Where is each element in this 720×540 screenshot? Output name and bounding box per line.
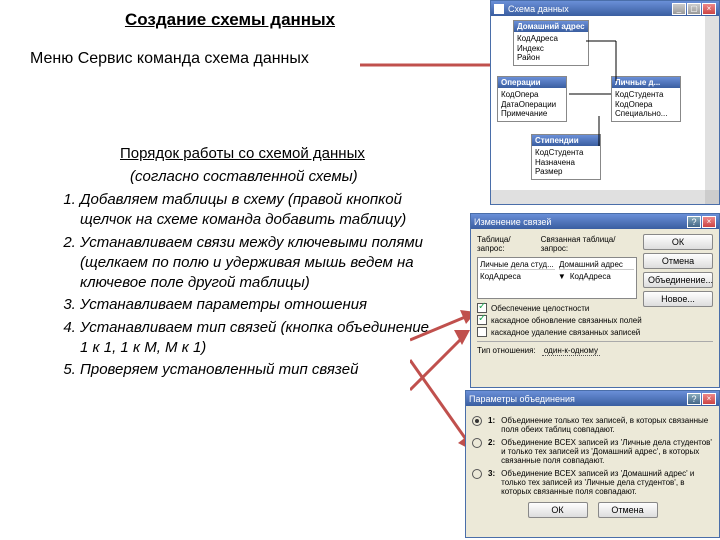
grid-cell[interactable]: КодАдреса: [570, 272, 634, 281]
ok-button[interactable]: ОК: [643, 234, 713, 250]
opt-text: Объединение ВСЕХ записей из 'Личные дела…: [501, 438, 713, 465]
join-option-3-radio[interactable]: [472, 469, 482, 479]
field[interactable]: Район: [517, 53, 585, 63]
chk-label: каскадное удаление связанных записей: [491, 328, 640, 337]
opt-text: Объединение ВСЕХ записей из 'Домашний ад…: [501, 469, 713, 496]
col-label-1: Таблица/запрос:: [477, 235, 535, 253]
table-home-address[interactable]: Домашний адрес КодАдреса Индекс Район: [513, 20, 589, 66]
join-button[interactable]: Объединение...: [643, 272, 713, 288]
schema-titlebar[interactable]: Схема данных _ ▢ ×: [491, 1, 719, 16]
grid-cell[interactable]: КодАдреса: [480, 272, 554, 281]
field[interactable]: Примечание: [501, 109, 563, 119]
new-button[interactable]: Новое...: [643, 291, 713, 307]
opt-text: Объединение только тех записей, в которы…: [501, 416, 713, 434]
menu-path-text: Меню Сервис команда схема данных: [30, 50, 309, 68]
field[interactable]: КодОпера: [501, 90, 563, 100]
procedure-heading: Порядок работы со схемой данных: [120, 145, 365, 162]
dialog-title: Изменение связей: [474, 217, 551, 227]
close-icon[interactable]: ×: [702, 216, 716, 228]
procedure-sub: (согласно составленной схемы): [130, 168, 358, 185]
join-option-2-radio[interactable]: [472, 438, 482, 448]
field[interactable]: КодОпера: [615, 100, 677, 110]
ok-button[interactable]: ОК: [528, 502, 588, 518]
relation-grid[interactable]: Личные дела студ... Домашний адрес КодАд…: [477, 257, 637, 299]
col-label-2: Связанная таблица/запрос:: [541, 235, 637, 253]
grid-cell[interactable]: Домашний адрес: [559, 260, 634, 270]
field[interactable]: КодСтудента: [615, 90, 677, 100]
close-icon[interactable]: ×: [702, 393, 716, 405]
table-personal[interactable]: Личные д... КодСтудента КодОпера Специал…: [611, 76, 681, 122]
cancel-button[interactable]: Отмена: [643, 253, 713, 269]
arrow-to-schema: [360, 55, 510, 75]
grid-cell[interactable]: Личные дела студ...: [480, 260, 555, 270]
step-2: Устанавливаем связи между ключевыми поля…: [80, 233, 440, 294]
step-5: Проверяем установленный тип связей: [80, 360, 440, 380]
help-icon[interactable]: ?: [687, 393, 701, 405]
field[interactable]: Размер: [535, 167, 597, 177]
schema-window: Схема данных _ ▢ × Домашний адрес КодАдр…: [490, 0, 720, 205]
cascade-delete-checkbox[interactable]: [477, 327, 487, 337]
dialog-titlebar[interactable]: Параметры объединения ? ×: [466, 391, 719, 406]
table-operations[interactable]: Операции КодОпера ДатаОперации Примечани…: [497, 76, 567, 122]
field[interactable]: Назначена: [535, 158, 597, 168]
field[interactable]: Специально...: [615, 109, 677, 119]
dialog-title: Параметры объединения: [469, 394, 575, 404]
dialog-titlebar[interactable]: Изменение связей ? ×: [471, 214, 719, 229]
app-icon: [494, 4, 504, 14]
maximize-button[interactable]: ▢: [687, 3, 701, 15]
cancel-button[interactable]: Отмена: [598, 502, 658, 518]
edit-links-dialog: Изменение связей ? × Таблица/запрос: Свя…: [470, 213, 720, 388]
table-stipend[interactable]: Стипендии КодСтудента Назначена Размер: [531, 134, 601, 180]
schema-canvas[interactable]: Домашний адрес КодАдреса Индекс Район Оп…: [491, 16, 719, 186]
integrity-checkbox[interactable]: [477, 303, 487, 313]
join-option-1-radio[interactable]: [472, 416, 482, 426]
v-scrollbar[interactable]: [705, 16, 719, 190]
close-button[interactable]: ×: [702, 3, 716, 15]
field[interactable]: КодСтудента: [535, 148, 597, 158]
table-header: Домашний адрес: [514, 21, 588, 32]
chk-label: Обеспечение целостности: [491, 304, 589, 313]
step-1: Добавляем таблицы в схему (правой кнопко…: [80, 190, 440, 231]
field[interactable]: ДатаОперации: [501, 100, 563, 110]
table-header: Личные д...: [612, 77, 680, 88]
chk-label: каскадное обновление связанных полей: [491, 316, 642, 325]
minimize-button[interactable]: _: [672, 3, 686, 15]
page-title: Создание схемы данных: [0, 10, 460, 30]
h-scrollbar[interactable]: [491, 190, 705, 204]
step-3: Устанавливаем параметры отношения: [80, 295, 440, 315]
join-params-dialog: Параметры объединения ? × 1:Объединение …: [465, 390, 720, 538]
table-header: Стипендии: [532, 135, 600, 146]
help-icon[interactable]: ?: [687, 216, 701, 228]
step-4: Устанавливаем тип связей (кнопка объедин…: [80, 318, 440, 359]
relation-type-label: Тип отношения:: [477, 346, 536, 355]
relation-type-value: один-к-одному: [542, 346, 600, 356]
field[interactable]: КодАдреса: [517, 34, 585, 44]
cascade-update-checkbox[interactable]: [477, 315, 487, 325]
schema-title: Схема данных: [508, 4, 569, 14]
table-header: Операции: [498, 77, 566, 88]
scroll-corner: [705, 190, 719, 204]
field[interactable]: Индекс: [517, 44, 585, 54]
procedure-steps: Добавляем таблицы в схему (правой кнопко…: [50, 190, 440, 382]
